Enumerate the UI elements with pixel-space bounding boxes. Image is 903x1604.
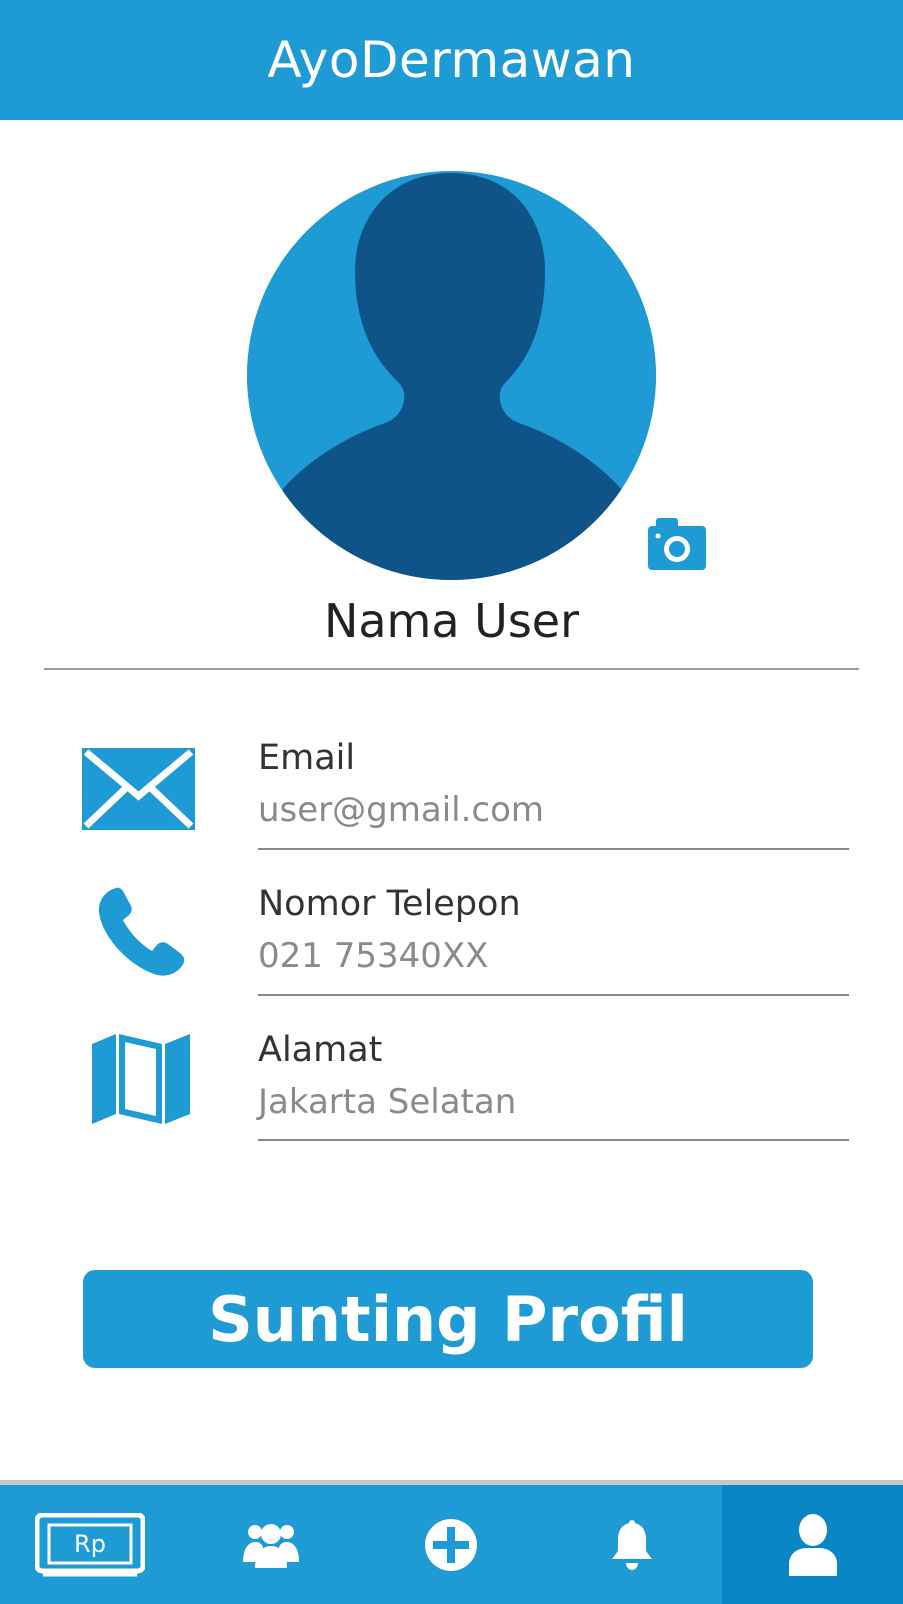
phone-icon — [96, 886, 190, 978]
community-icon — [242, 1523, 299, 1568]
bell-icon — [612, 1519, 653, 1570]
address-label: Alamat — [258, 1030, 383, 1070]
profile-avatar[interactable] — [247, 171, 656, 580]
address-value: Jakarta Selatan — [258, 1082, 517, 1122]
bottom-nav: Rp — [0, 1485, 903, 1604]
phone-underline — [258, 994, 849, 996]
change-photo-camera-icon[interactable] — [646, 516, 708, 572]
nav-add[interactable] — [361, 1485, 542, 1604]
phone-label: Nomor Telepon — [258, 884, 521, 924]
add-icon — [425, 1518, 478, 1571]
divider — [44, 668, 859, 670]
nav-community[interactable] — [181, 1485, 362, 1604]
app-header: AyoDermawan — [0, 0, 903, 120]
email-value: user@gmail.com — [258, 790, 545, 830]
envelope-icon — [82, 748, 195, 830]
address-underline — [258, 1139, 849, 1141]
nav-profile[interactable] — [722, 1485, 903, 1604]
map-icon — [92, 1034, 190, 1124]
edit-profile-button[interactable]: Sunting Profil — [83, 1270, 813, 1368]
email-label: Email — [258, 738, 356, 778]
email-underline — [258, 848, 849, 850]
donation-badge-text: Rp — [74, 1530, 106, 1558]
profile-icon — [788, 1513, 837, 1576]
app-title: AyoDermawan — [267, 31, 636, 89]
nav-notifications[interactable] — [542, 1485, 723, 1604]
phone-value: 021 75340XX — [258, 936, 489, 976]
nav-donation[interactable]: Rp — [0, 1485, 181, 1604]
user-name: Nama User — [323, 594, 580, 648]
user-silhouette-icon — [247, 171, 656, 580]
donation-icon: Rp — [35, 1512, 146, 1576]
